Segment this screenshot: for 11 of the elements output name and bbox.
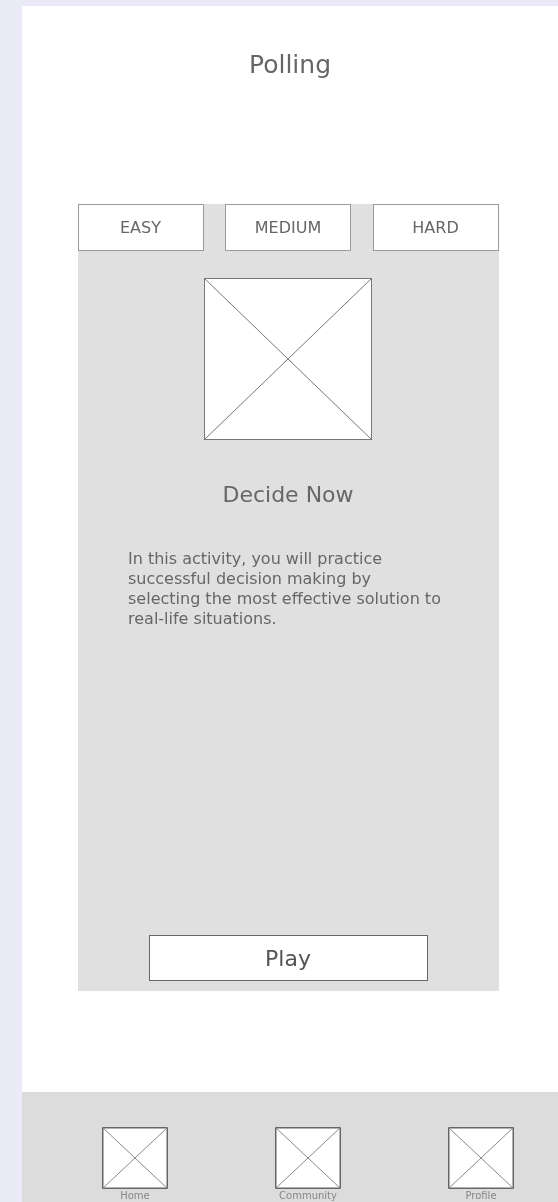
image-placeholder-icon[interactable] (448, 1127, 514, 1189)
image-placeholder-icon (204, 278, 372, 440)
difficulty-tab[interactable]: HARD (372, 204, 499, 251)
activity-title: Decide Now (222, 482, 354, 507)
play-button[interactable]: Play (148, 935, 428, 981)
image-placeholder-icon[interactable] (275, 1127, 341, 1189)
difficulty-tab[interactable]: EASY (77, 204, 204, 251)
image-placeholder-icon[interactable] (102, 1127, 168, 1189)
page-title: Polling (249, 50, 331, 79)
activity-description: In this activity, you will practice successful decision making by selecting the most effective solution to real-life situations. (128, 549, 442, 629)
difficulty-tab[interactable]: MEDIUM (225, 204, 351, 251)
